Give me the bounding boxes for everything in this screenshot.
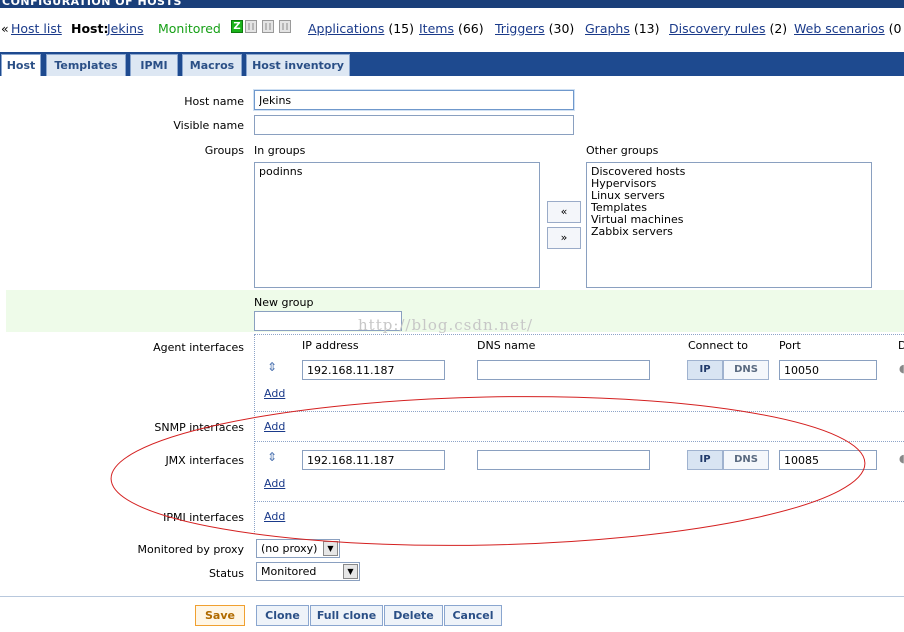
groups-label: Groups [204, 144, 244, 157]
connect-to-column-header: Connect to [688, 339, 749, 352]
list-item[interactable]: podinns [259, 166, 535, 178]
jmx-connect-ip-button[interactable]: IP [687, 450, 723, 470]
chevron-down-icon: ▼ [343, 564, 358, 579]
page-title: CONFIGURATION OF HOSTS [2, 0, 182, 8]
in-groups-list[interactable]: podinns [254, 162, 540, 288]
host-name-label: Host name [184, 95, 244, 108]
agent-interfaces-label: Agent interfaces [153, 341, 244, 354]
jmx-ip-input[interactable] [302, 450, 445, 470]
host-status-monitored: Monitored [158, 21, 221, 36]
triggers-link[interactable]: Triggers [495, 21, 545, 36]
discovery-rules-nav: Discovery rules (2) [669, 21, 787, 36]
tab-macros[interactable]: Macros [182, 54, 242, 76]
port-column-header: Port [779, 339, 801, 352]
drag-handle-icon[interactable]: ⇕ [267, 450, 277, 464]
monitored-by-proxy-label: Monitored by proxy [137, 543, 244, 556]
triggers-nav: Triggers (30) [495, 21, 574, 36]
chevron-down-icon: ▼ [323, 541, 338, 556]
default-radio-icon[interactable]: ◖ [899, 362, 904, 375]
visible-name-label: Visible name [173, 119, 244, 132]
tab-bar: Host Templates IPMI Macros Host inventor… [0, 52, 904, 76]
tab-ipmi[interactable]: IPMI [130, 54, 178, 76]
applications-nav: Applications (15) [308, 21, 414, 36]
agent-connect-dns-button[interactable]: DNS [723, 360, 769, 380]
web-scenarios-link[interactable]: Web scenarios [794, 21, 885, 36]
zabbix-availability-icon: Z [231, 20, 243, 33]
jmx-interfaces-label: JMX interfaces [165, 454, 244, 467]
snmp-availability-icon [245, 20, 257, 33]
host-name-link[interactable]: Jekins [107, 21, 144, 36]
other-groups-label: Other groups [586, 144, 659, 157]
cancel-button[interactable]: Cancel [444, 605, 502, 626]
graphs-link[interactable]: Graphs [585, 21, 630, 36]
back-arrow-icon: « [1, 21, 9, 36]
status-select[interactable]: Monitored ▼ [256, 562, 360, 581]
watermark: http://blog.csdn.net/ [358, 316, 534, 334]
jmx-availability-icon [262, 20, 274, 33]
new-group-label: New group [254, 296, 314, 309]
agent-connect-ip-button[interactable]: IP [687, 360, 723, 380]
discovery-rules-link[interactable]: Discovery rules [669, 21, 765, 36]
web-scenarios-count: (0 [888, 21, 902, 36]
in-groups-label: In groups [254, 144, 306, 157]
items-link[interactable]: Items [419, 21, 454, 36]
list-item[interactable]: Zabbix servers [591, 226, 867, 238]
status-label: Status [208, 567, 244, 580]
add-jmx-interface-link[interactable]: Add [264, 477, 285, 490]
ipmi-availability-icon [279, 20, 291, 33]
discovery-rules-count: (2) [769, 21, 788, 36]
proxy-select[interactable]: (no proxy) ▼ [256, 539, 340, 558]
jmx-port-input[interactable] [779, 450, 877, 470]
tab-templates[interactable]: Templates [46, 54, 126, 76]
jmx-connect-dns-button[interactable]: DNS [723, 450, 769, 470]
default-column-header: D [898, 339, 904, 352]
items-nav: Items (66) [419, 21, 484, 36]
delete-button[interactable]: Delete [384, 605, 443, 626]
divider [254, 411, 904, 412]
dns-name-column-header: DNS name [477, 339, 536, 352]
page-header-bar: CONFIGURATION OF HOSTS [0, 0, 904, 8]
move-right-button[interactable]: » [547, 227, 581, 249]
graphs-nav: Graphs (13) [585, 21, 660, 36]
add-ipmi-interface-link[interactable]: Add [264, 510, 285, 523]
applications-link[interactable]: Applications [308, 21, 384, 36]
save-button[interactable]: Save [195, 605, 245, 626]
snmp-interfaces-label: SNMP interfaces [154, 421, 244, 434]
divider [254, 501, 904, 502]
ip-address-column-header: IP address [302, 339, 359, 352]
graphs-count: (13) [633, 21, 660, 36]
host-navigation: « Host list Host: Jekins Monitored Z App… [0, 8, 904, 48]
visible-name-input[interactable] [254, 115, 574, 135]
agent-port-input[interactable] [779, 360, 877, 380]
full-clone-button[interactable]: Full clone [310, 605, 383, 626]
host-label: Host: [71, 21, 109, 36]
host-list-link[interactable]: Host list [11, 21, 62, 36]
other-groups-list[interactable]: Discovered hosts Hypervisors Linux serve… [586, 162, 872, 288]
agent-dns-input[interactable] [477, 360, 650, 380]
drag-handle-icon[interactable]: ⇕ [267, 360, 277, 374]
triggers-count: (30) [548, 21, 575, 36]
move-left-button[interactable]: « [547, 201, 581, 223]
add-agent-interface-link[interactable]: Add [264, 387, 285, 400]
default-radio-icon[interactable]: ◖ [899, 452, 904, 465]
web-scenarios-nav: Web scenarios (0 [794, 21, 901, 36]
applications-count: (15) [388, 21, 415, 36]
form-footer: Save Clone Full clone Delete Cancel [0, 596, 904, 632]
tab-host[interactable]: Host [1, 54, 41, 76]
items-count: (66) [457, 21, 484, 36]
jmx-dns-input[interactable] [477, 450, 650, 470]
divider [254, 441, 904, 442]
agent-ip-input[interactable] [302, 360, 445, 380]
host-name-input[interactable] [254, 90, 574, 110]
tab-host-inventory[interactable]: Host inventory [246, 54, 350, 76]
add-snmp-interface-link[interactable]: Add [264, 420, 285, 433]
status-select-value: Monitored [261, 565, 317, 578]
clone-button[interactable]: Clone [256, 605, 309, 626]
ipmi-interfaces-label: IPMI interfaces [163, 511, 244, 524]
proxy-select-value: (no proxy) [261, 542, 318, 555]
